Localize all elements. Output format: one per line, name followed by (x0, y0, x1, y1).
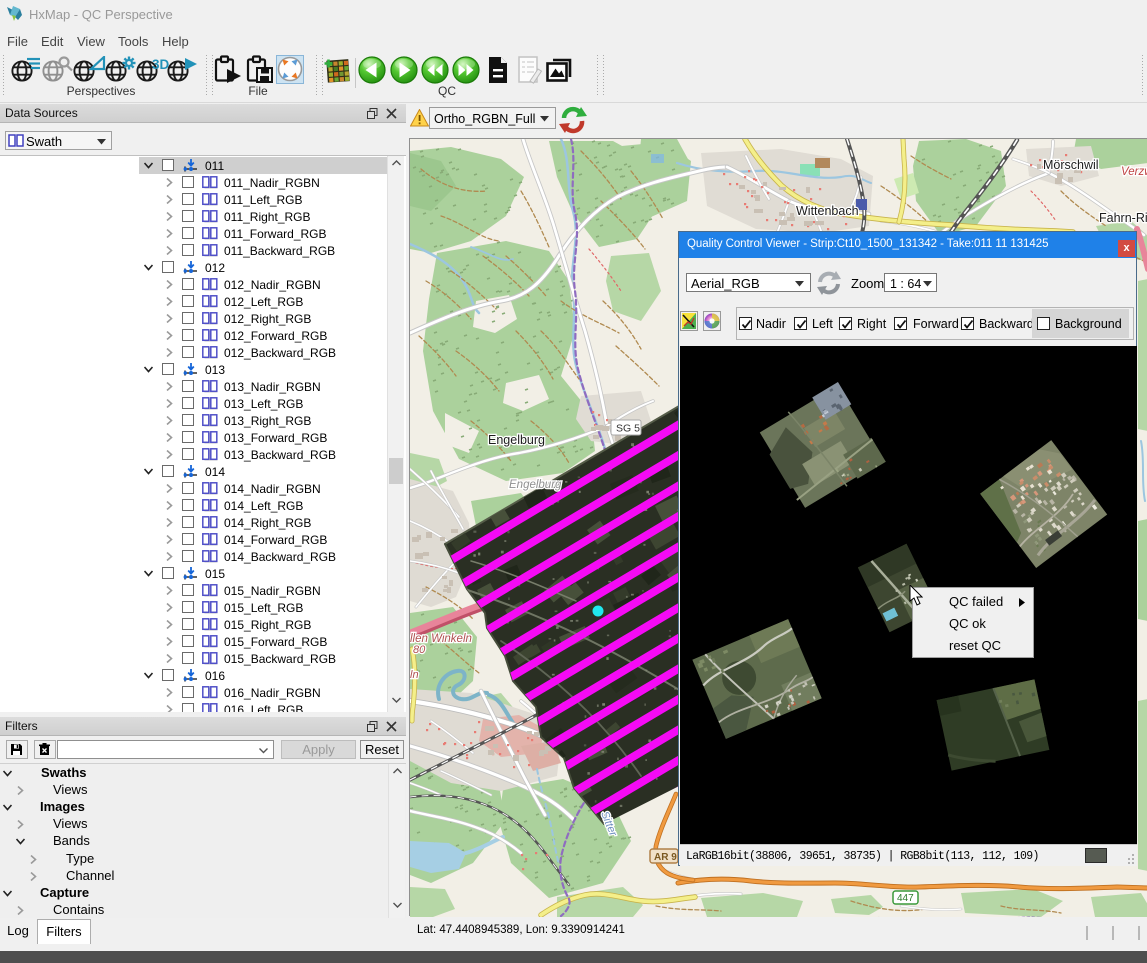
svg-text:ln: ln (410, 669, 419, 681)
svg-text:Fahrn-Rie: Fahrn-Rie (1099, 211, 1147, 225)
svg-text:Engelburg: Engelburg (488, 433, 545, 447)
svg-text:AR 9: AR 9 (654, 852, 677, 863)
svg-text:SG 5: SG 5 (616, 423, 640, 435)
svg-text:Engelburg: Engelburg (509, 479, 562, 491)
svg-text:447: 447 (897, 893, 914, 904)
svg-text:Wittenbach: Wittenbach (796, 204, 859, 218)
svg-text:Mörschwil: Mörschwil (1043, 158, 1099, 172)
svg-text:80: 80 (413, 644, 426, 656)
svg-text:Verzwei: Verzwei (1121, 166, 1147, 178)
